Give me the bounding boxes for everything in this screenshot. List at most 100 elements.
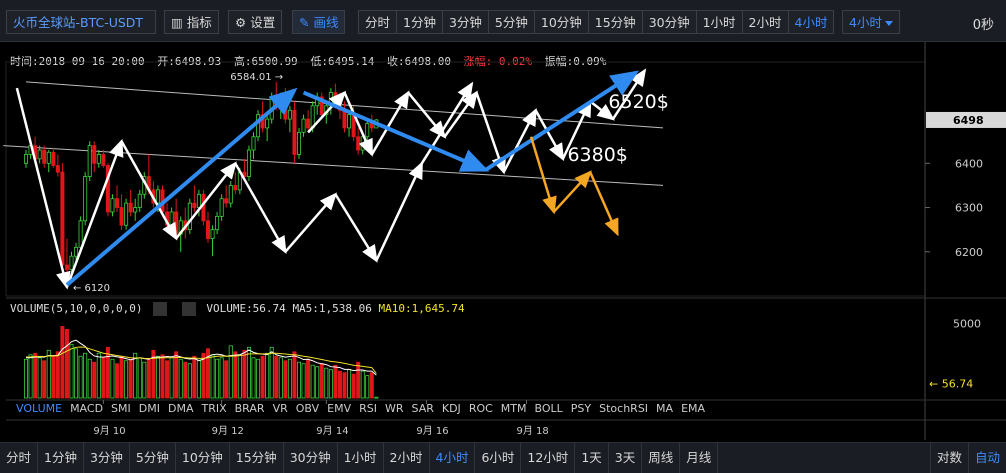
candle-body	[51, 151, 56, 166]
indicator-tab[interactable]: PSY	[571, 402, 591, 415]
period-tab[interactable]: 10分钟	[176, 443, 230, 473]
volume-bar	[315, 366, 320, 399]
indicator-tab[interactable]: TRIX	[201, 402, 226, 415]
candle-body	[78, 220, 83, 248]
volume-info: VOLUME(5,10,0,0,0,0) VOLUME:56.74 MA5:1,…	[10, 302, 465, 316]
volume-bar	[165, 360, 170, 399]
indicator-tab[interactable]: RSI	[359, 402, 377, 415]
interval-tab[interactable]: 10分钟	[534, 10, 589, 34]
candle-body	[46, 151, 51, 164]
candle-body	[128, 202, 133, 213]
zigzag-arrow	[65, 138, 124, 288]
indicator-button[interactable]: ▥ 指标	[164, 10, 219, 34]
x-tick-label: 9月 18	[517, 425, 549, 437]
interval-tab[interactable]: 15分钟	[588, 10, 643, 34]
interval-tab[interactable]: 3分钟	[442, 10, 489, 34]
volume-bar	[92, 361, 97, 399]
zigzag-arrow	[15, 87, 71, 290]
indicator-tab[interactable]: EMA	[681, 402, 705, 415]
indicator-tab[interactable]: SAR	[412, 402, 434, 415]
indicator-tab[interactable]: OBV	[296, 402, 319, 415]
period-tab[interactable]: 5分钟	[130, 443, 176, 473]
period-tab[interactable]: 15分钟	[230, 443, 284, 473]
indicator-tab[interactable]: BOLL	[535, 402, 563, 415]
close-icon[interactable]	[181, 302, 196, 316]
volume-bar	[356, 361, 361, 399]
volume-bar	[83, 352, 88, 399]
period-tab[interactable]: 分时	[0, 443, 39, 473]
period-tab[interactable]: 2小时	[384, 443, 430, 473]
draw-line-button[interactable]: ✎ 画线	[292, 10, 346, 34]
indicator-tab[interactable]: BRAR	[235, 402, 265, 415]
interval-tab[interactable]: 分时	[358, 10, 398, 34]
candle-body	[215, 215, 220, 231]
interval-tab[interactable]: 4小时	[788, 10, 835, 34]
settings-button[interactable]: ⚙ 设置	[228, 10, 283, 34]
indicator-tab[interactable]: StochRSI	[599, 402, 648, 415]
volume-bar	[260, 355, 265, 399]
indicator-tab[interactable]: EMV	[327, 402, 351, 415]
zigzag-arrow	[475, 92, 506, 175]
volume-bar	[133, 352, 138, 399]
auto-scale-button[interactable]: 自动	[967, 443, 1006, 473]
volume-bar	[23, 358, 28, 399]
indicator-tab[interactable]: MTM	[501, 402, 527, 415]
indicator-tab[interactable]: MA	[656, 402, 673, 415]
candle-body	[133, 207, 138, 213]
candle-body	[292, 109, 297, 155]
candle-body	[174, 211, 179, 235]
candle-body	[155, 189, 160, 204]
indicator-tab[interactable]: ROC	[469, 402, 493, 415]
indicator-tab[interactable]: SMI	[111, 402, 131, 415]
volume-bar	[242, 349, 247, 399]
candle-body	[205, 220, 210, 239]
interval-tab[interactable]: 1分钟	[397, 10, 443, 34]
symbol-selector[interactable]: 火币全球站-BTC-USDT	[6, 10, 156, 34]
volume-bar	[301, 363, 306, 399]
period-tab[interactable]: 1小时	[338, 443, 384, 473]
volume-bar	[287, 358, 292, 399]
indicator-tab[interactable]: MACD	[70, 402, 103, 415]
interval-tab[interactable]: 1小时	[696, 10, 743, 34]
volume-bar	[283, 360, 288, 399]
volume-tick-label: 5000	[953, 317, 981, 330]
period-tab[interactable]: 6小时	[475, 443, 522, 473]
indicator-tab[interactable]: KDJ	[442, 402, 461, 415]
candle-body	[233, 185, 238, 191]
period-tab[interactable]: 1天	[575, 443, 609, 473]
candle-body	[301, 118, 306, 133]
period-tab[interactable]: 月线	[680, 443, 719, 473]
volume-bar	[64, 329, 69, 399]
zigzag-arrow	[611, 68, 647, 120]
ohlc-change: 涨幅:-0.02%	[463, 55, 533, 68]
period-tab[interactable]: 30分钟	[284, 443, 338, 473]
interval-tab[interactable]: 5分钟	[488, 10, 535, 34]
chevron-down-icon	[884, 21, 893, 26]
volume-bar	[55, 351, 60, 399]
volume-ma10-line	[25, 346, 377, 374]
gear-icon[interactable]	[153, 302, 168, 316]
ohlc-high: 高:6500.99	[233, 55, 298, 68]
ohlc-time: 时间:2018-09-16 20:00	[10, 55, 145, 68]
indicator-tab[interactable]: VR	[273, 402, 288, 415]
indicator-tab[interactable]: VOLUME	[16, 402, 62, 415]
interval-tab[interactable]: 2小时	[742, 10, 789, 34]
ohlc-amplitude: 振幅:0.09%	[544, 55, 607, 68]
period-tab[interactable]: 3分钟	[84, 443, 130, 473]
indicator-tab[interactable]: DMA	[168, 402, 194, 415]
period-tab[interactable]: 4小时	[430, 443, 476, 473]
period-tab[interactable]: 12小时	[521, 443, 576, 473]
indicator-tab[interactable]: DMI	[139, 402, 160, 415]
candle-body	[224, 198, 229, 204]
period-tab[interactable]: 1分钟	[38, 443, 84, 473]
zigzag-arrow	[307, 90, 347, 134]
volume-bar	[224, 360, 229, 399]
period-tab[interactable]: 3天	[609, 443, 643, 473]
period-tab[interactable]: 周线	[642, 443, 681, 473]
interval-dropdown[interactable]: 4小时	[842, 10, 900, 34]
volume-bar	[374, 396, 379, 399]
interval-tab[interactable]: 30分钟	[642, 10, 697, 34]
indicator-tab[interactable]: WR	[385, 402, 404, 415]
log-scale-button[interactable]: 对数	[929, 443, 968, 473]
volume-bar	[155, 355, 160, 399]
